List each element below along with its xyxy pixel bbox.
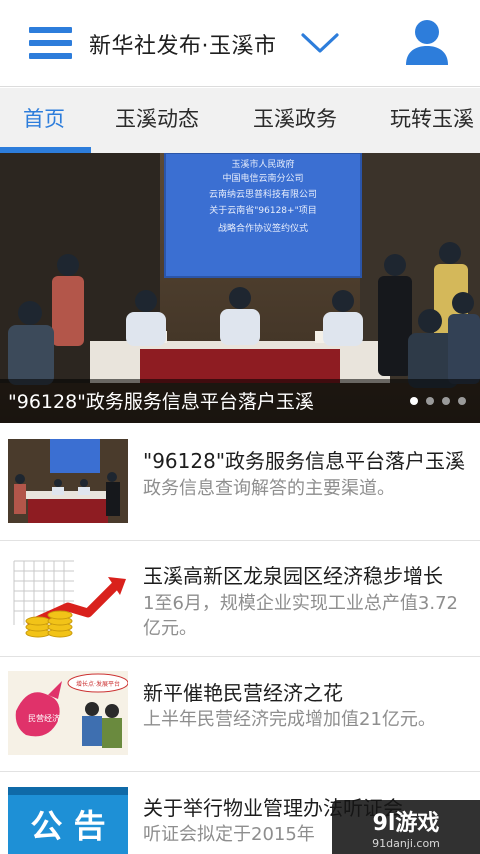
carousel-dot[interactable] [426,397,434,405]
app-header: 新华社发布·玉溪市 [0,0,480,87]
screen-line-1: 玉溪市人民政府 [231,158,294,170]
news-list-item[interactable]: 玉溪高新区龙泉园区经济稳步增长 1至6月，规模企业实现工业总产值3.72亿元。 [0,541,480,657]
screen-line-5: 战略合作协议签约仪式 [218,222,308,234]
carousel-dot[interactable] [410,397,418,405]
news-list-item[interactable]: 增长点·发展平台 民营经济 新平催艳民营经济之花 上半年民营经济完成增加值21亿… [0,657,480,772]
news-title: 新平催艳民营经济之花 [143,681,343,705]
chevron-down-icon[interactable] [300,30,340,56]
tab-yuxi-government[interactable]: 玉溪政务 [253,88,337,153]
news-thumbnail: 公 告 [8,787,128,854]
thumb-label-text: 民营经济 [28,713,60,723]
watermark-logo: 9l游戏 91danji.com [372,810,440,850]
news-thumbnail: 增长点·发展平台 民营经济 [8,671,128,755]
carousel-dot[interactable] [458,397,466,405]
carousel-indicator [410,397,466,405]
watermark: 9l游戏 91danji.com [332,800,480,854]
tab-explore-yuxi[interactable]: 玩转玉溪 [390,88,474,153]
news-list-item[interactable]: "96128"政务服务信息平台落户玉溪 政务信息查询解答的主要渠道。 [0,423,480,541]
channel-title[interactable]: 新华社发布·玉溪市 [89,28,277,60]
news-thumbnail [8,555,128,639]
banner-caption-bar: "96128"政务服务信息平台落户玉溪 [0,379,480,423]
thumb-label-text: 公 告 [30,807,105,845]
thumb-bubble-text: 增长点·发展平台 [76,680,120,688]
tab-home[interactable]: 首页 [23,88,65,153]
watermark-site: 91danji.com [372,837,440,850]
watermark-brand: 9l游戏 [373,810,440,836]
category-tabs: 首页 玉溪动态 玉溪政务 玩转玉溪 [0,88,480,153]
news-summary: 上半年民营经济完成增加值21亿元。 [143,709,436,730]
headline-banner[interactable]: 玉溪市人民政府 中国电信云南分公司 云南纳云思普科技有限公司 关于云南省"961… [0,153,480,423]
news-title: 玉溪高新区龙泉园区经济稳步增长 [143,564,443,588]
menu-icon[interactable] [29,27,72,59]
tab-yuxi-news[interactable]: 玉溪动态 [115,88,199,153]
user-icon[interactable] [404,19,450,67]
news-summary: 1至6月，规模企业实现工业总产值3.72亿元。 [143,593,458,639]
news-title: "96128"政务服务信息平台落户玉溪 [143,449,466,473]
screen-line-2: 中国电信云南分公司 [222,172,303,184]
screen-line-4: 关于云南省"96128+"项目 [209,204,316,216]
banner-caption: "96128"政务服务信息平台落户玉溪 [8,391,314,413]
news-summary: 政务信息查询解答的主要渠道。 [143,478,395,499]
news-thumbnail [8,439,128,523]
screen-line-3: 云南纳云思普科技有限公司 [209,188,317,200]
carousel-dot[interactable] [442,397,450,405]
